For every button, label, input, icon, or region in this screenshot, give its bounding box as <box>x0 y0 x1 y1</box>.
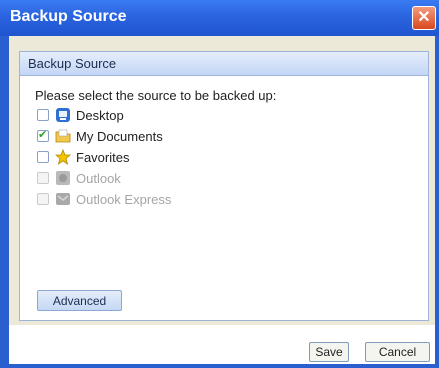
outlook-label: Outlook <box>76 171 121 186</box>
desktop-icon <box>56 108 70 122</box>
save-button[interactable]: Save <box>309 342 349 362</box>
close-icon: ✕ <box>417 9 431 26</box>
outlook-express-label: Outlook Express <box>76 192 172 207</box>
folder-icon <box>55 129 71 143</box>
outlook-checkbox <box>37 172 49 184</box>
window-title: Backup Source <box>10 8 127 25</box>
star-icon <box>55 149 71 165</box>
close-button[interactable]: ✕ <box>412 6 436 30</box>
my-documents-checkbox[interactable] <box>37 128 49 142</box>
advanced-button[interactable]: Advanced <box>37 290 122 311</box>
outlook-express-icon <box>56 193 70 205</box>
outlook-express-checkbox <box>37 193 49 205</box>
desktop-label: Desktop <box>76 108 124 123</box>
prompt-text: Please select the source to be backed up… <box>35 88 277 103</box>
cancel-button[interactable]: Cancel <box>365 342 430 362</box>
title-bar[interactable]: Backup Source ✕ <box>0 0 439 36</box>
my-documents-label: My Documents <box>76 129 163 144</box>
desktop-checkbox[interactable] <box>37 109 49 121</box>
outlook-icon <box>56 171 70 185</box>
favorites-checkbox[interactable] <box>37 151 49 163</box>
favorites-label: Favorites <box>76 150 130 165</box>
panel-header: Backup Source <box>20 52 428 76</box>
